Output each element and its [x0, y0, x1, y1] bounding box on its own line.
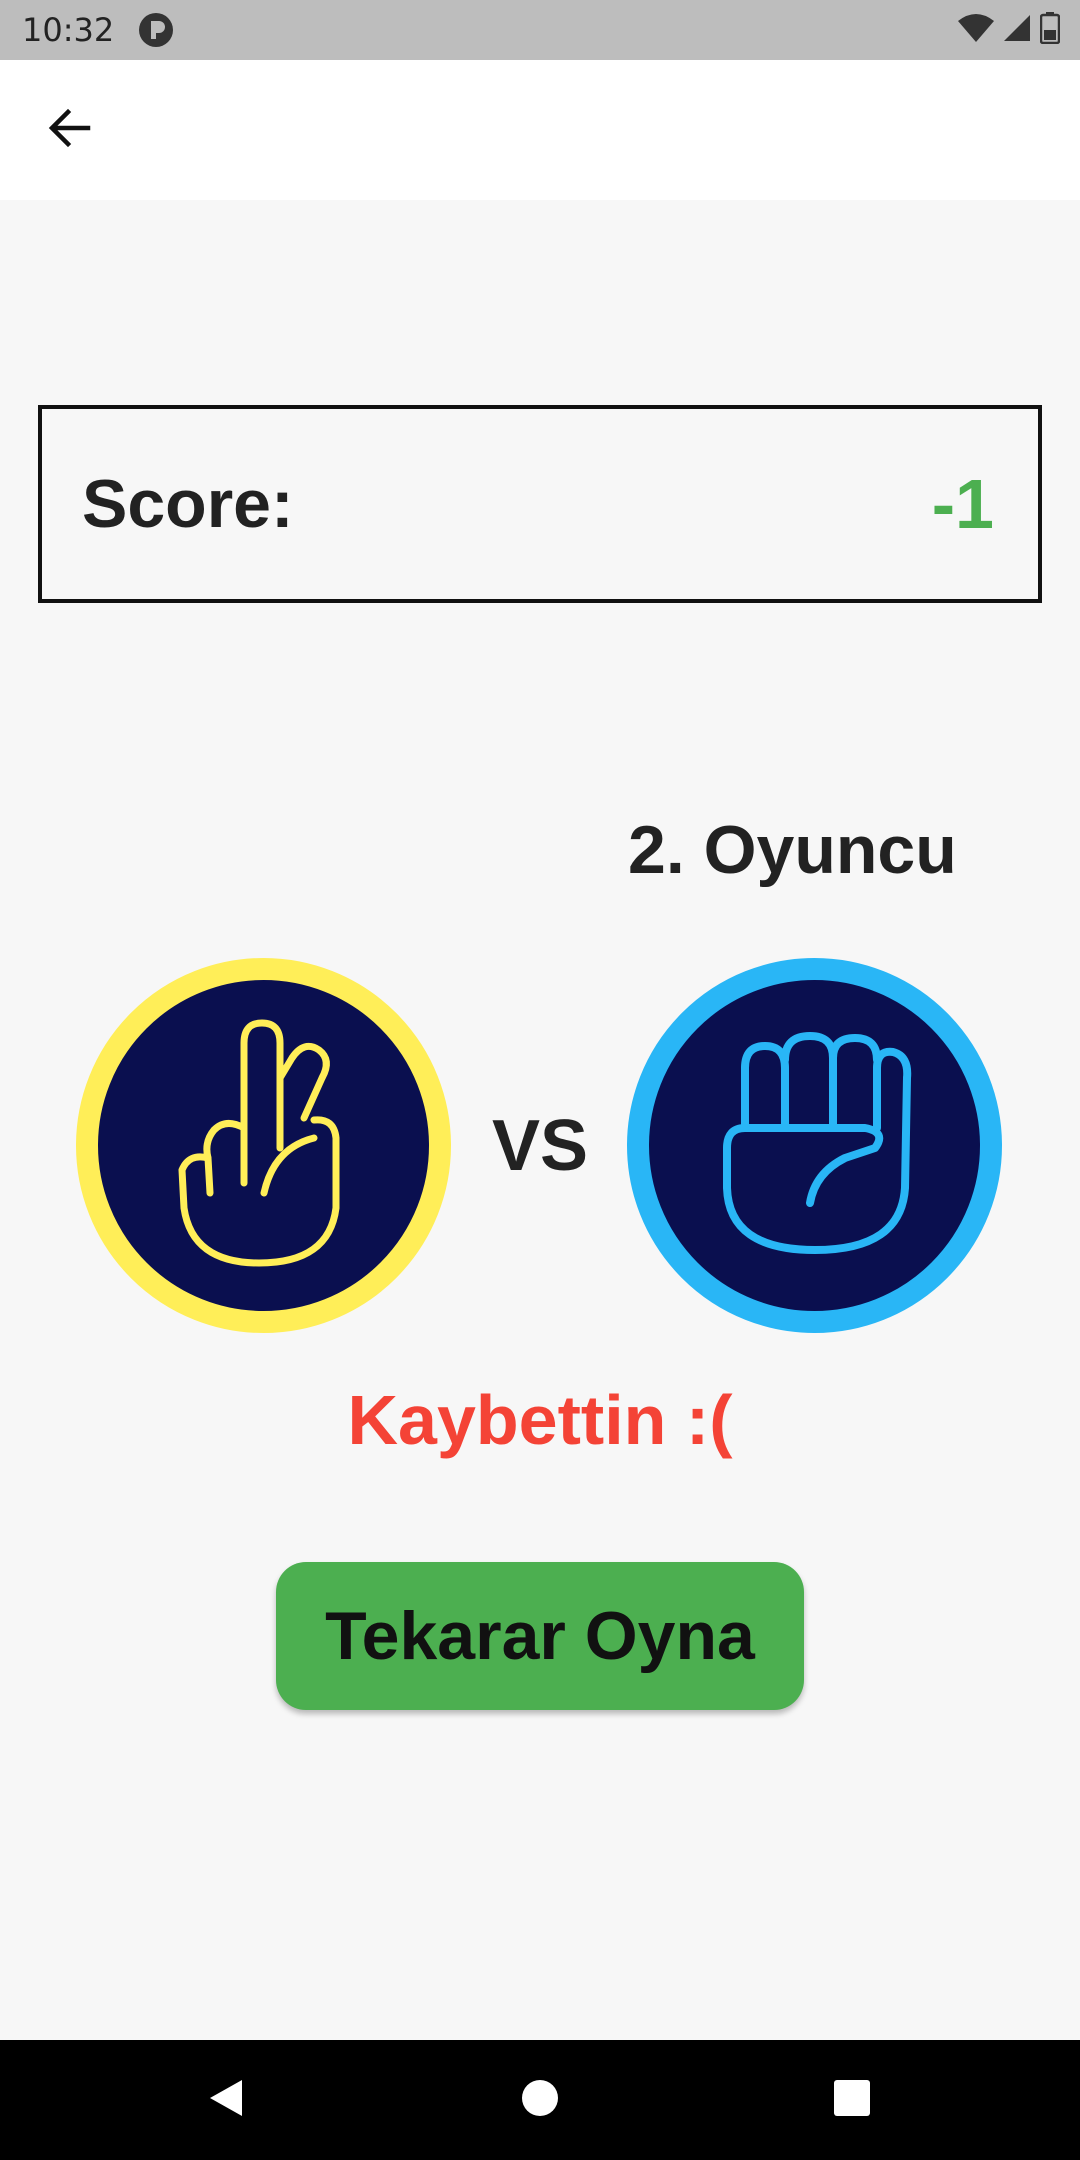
- system-nav-bar: [0, 2040, 1080, 2160]
- app-bar: [0, 60, 1080, 200]
- status-icons: [958, 10, 1061, 50]
- notification-app-icon: [138, 12, 174, 48]
- game-content: Score: -1 2. Oyuncu VS Kaybettin:(Teka…: [0, 200, 1080, 2040]
- wifi-icon: [958, 13, 994, 48]
- vs-label: VS: [491, 1106, 589, 1186]
- player-choice: [76, 958, 451, 1333]
- triangle-back-icon: [204, 2076, 248, 2125]
- status-bar: 10:32: [0, 0, 1080, 60]
- circle-home-icon: [520, 2078, 560, 2123]
- nav-recents-button[interactable]: [822, 2070, 882, 2130]
- opponent-label: 2. Oyuncu: [628, 812, 957, 888]
- fist-hand-icon: [715, 1028, 915, 1263]
- status-time: 10:32: [22, 11, 115, 49]
- nav-home-button[interactable]: [510, 2070, 570, 2130]
- cellular-signal-icon: [1002, 13, 1032, 48]
- score-box: Score: -1: [38, 405, 1042, 603]
- opponent-choice: [627, 958, 1002, 1333]
- two-fingers-hand-icon: [164, 1018, 364, 1273]
- arrow-left-icon: [46, 104, 94, 157]
- score-value: -1: [931, 465, 994, 543]
- nav-back-button[interactable]: [196, 2070, 256, 2130]
- play-again-button[interactable]: Tekarar Oyna: [276, 1562, 804, 1710]
- result-message: Kaybettin :(: [347, 1381, 733, 1459]
- back-button[interactable]: [30, 90, 110, 170]
- square-recents-icon: [832, 2078, 872, 2123]
- score-label: Score:: [82, 466, 294, 542]
- battery-icon: [1039, 11, 1061, 49]
